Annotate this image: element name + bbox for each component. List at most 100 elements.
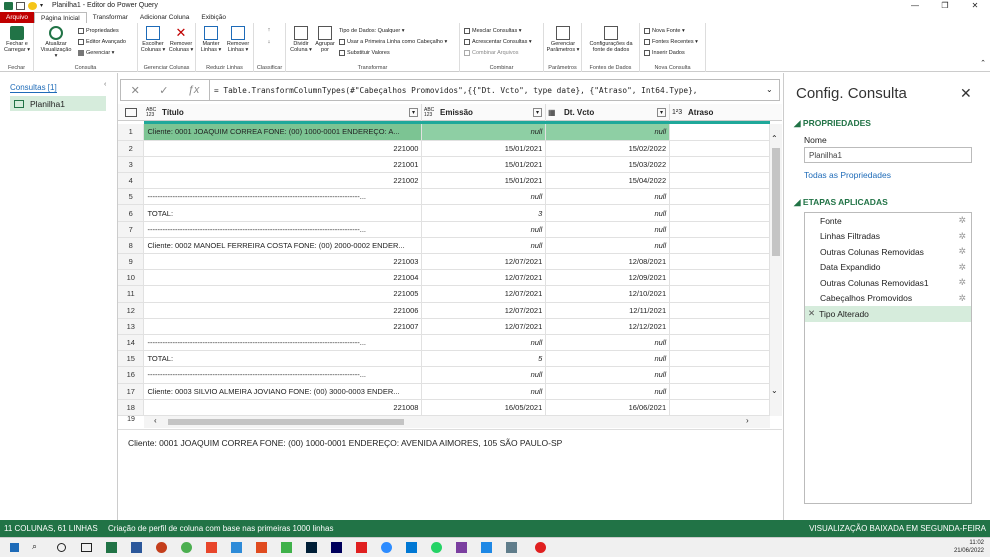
app-icon[interactable] — [256, 542, 267, 553]
maximize-button[interactable]: ❐ — [930, 0, 960, 12]
applied-step[interactable]: Data Expandido ✲ — [805, 260, 971, 276]
new-source-button[interactable]: Nova Fonte ▾ — [644, 28, 685, 34]
cell-dt-vcto[interactable]: null — [545, 334, 671, 352]
table-row[interactable]: 3 221001 15/01/2021 15/03/2022 — [118, 156, 770, 174]
sort-desc-icon[interactable]: ↓ — [262, 39, 276, 45]
cell-emissao[interactable]: null — [421, 237, 547, 255]
row-number[interactable]: 18 — [118, 399, 145, 416]
table-row[interactable]: 9 221003 12/07/2021 12/08/2021 — [118, 253, 770, 271]
cell-titulo[interactable]: 221007 — [143, 318, 423, 335]
table-row[interactable]: 16 --------------------------------------… — [118, 366, 770, 384]
cell-dt-vcto[interactable]: 16/06/2021 — [545, 399, 671, 416]
cell-titulo[interactable]: 221008 — [143, 399, 423, 416]
save-icon[interactable] — [16, 2, 25, 10]
app-icon[interactable] — [356, 542, 367, 553]
app-icon[interactable] — [206, 542, 217, 553]
query-name-input[interactable]: Planilha1 — [804, 147, 972, 163]
applied-step[interactable]: Cabeçalhos Promovidos ✲ — [805, 291, 971, 307]
cell-atraso[interactable] — [669, 156, 770, 174]
row-number[interactable]: 11 — [118, 285, 145, 303]
table-row[interactable]: 7 ---------------------------------------… — [118, 221, 770, 238]
cell-atraso[interactable] — [669, 204, 770, 222]
sort-asc-icon[interactable]: ↑ — [262, 27, 276, 33]
filter-icon[interactable]: ▾ — [409, 108, 418, 117]
table-row[interactable]: 15 TOTAL: 5 null — [118, 350, 770, 368]
applied-steps-header[interactable]: ◢ ETAPAS APLICADAS — [794, 197, 888, 208]
cell-titulo[interactable]: 221001 — [143, 156, 423, 174]
query-item-planilha1[interactable]: Planilha1 — [10, 96, 106, 111]
cell-dt-vcto[interactable]: null — [545, 124, 671, 141]
cell-atraso[interactable] — [669, 253, 770, 271]
table-row[interactable]: 4 221002 15/01/2021 15/04/2022 — [118, 172, 770, 190]
cell-emissao[interactable]: 16/05/2021 — [421, 399, 547, 416]
windows-start-icon[interactable] — [10, 543, 19, 552]
applied-step[interactable]: ✕ Tipo Alterado — [805, 306, 971, 322]
cell-dt-vcto[interactable]: null — [545, 366, 671, 384]
remove-columns-button[interactable]: ✕ Remover Colunas ▾ — [167, 26, 195, 54]
row-number[interactable]: 5 — [118, 188, 145, 206]
collapse-ribbon-icon[interactable]: ⌃ — [980, 59, 986, 67]
search-icon[interactable]: ⌕ — [32, 541, 37, 552]
all-properties-link[interactable]: Todas as Propriedades — [804, 170, 891, 180]
app-icon[interactable] — [381, 542, 392, 553]
excel-app-icon[interactable] — [106, 542, 117, 553]
row-number[interactable]: 13 — [118, 318, 145, 335]
tab-adicionar-coluna[interactable]: Adicionar Coluna — [134, 12, 196, 23]
properties-button[interactable]: Propriedades — [78, 28, 119, 34]
cell-titulo[interactable]: Cliente: 0001 JOAQUIM CORREA FONE: (00) … — [143, 124, 423, 141]
horizontal-scrollbar[interactable]: ‹ › — [144, 416, 770, 428]
row-number[interactable]: 16 — [118, 366, 145, 384]
table-row[interactable]: 2 221000 15/01/2021 15/02/2022 — [118, 140, 770, 157]
tab-transformar[interactable]: Transformar — [87, 12, 134, 23]
cell-emissao[interactable]: null — [421, 124, 547, 141]
cell-emissao[interactable]: 12/07/2021 — [421, 269, 547, 287]
close-pane-icon[interactable]: ✕ — [960, 85, 972, 102]
row-number[interactable]: 2 — [118, 140, 145, 157]
close-window-button[interactable]: ✕ — [960, 0, 990, 12]
app-icon[interactable] — [406, 542, 417, 553]
cell-emissao[interactable]: null — [421, 334, 547, 352]
word-app-icon[interactable] — [131, 542, 142, 553]
cell-atraso[interactable] — [669, 318, 770, 335]
applied-step[interactable]: Fonte ✲ — [805, 213, 971, 229]
cell-emissao[interactable]: 12/07/2021 — [421, 285, 547, 303]
cell-emissao[interactable]: null — [421, 366, 547, 384]
cell-titulo[interactable]: Cliente: 0003 SILVIO ALMEIRA JOVIANO FON… — [143, 383, 423, 400]
app-icon[interactable] — [481, 542, 492, 553]
horizontal-scroll-thumb[interactable] — [168, 419, 404, 425]
table-menu-icon[interactable] — [118, 104, 144, 121]
cell-emissao[interactable]: 12/07/2021 — [421, 302, 547, 319]
cell-titulo[interactable]: 221005 — [143, 285, 423, 303]
gear-icon[interactable]: ✲ — [958, 246, 966, 257]
cell-atraso[interactable] — [669, 302, 770, 319]
row-number[interactable]: 1 — [118, 124, 145, 141]
replace-values-button[interactable]: Substituir Valores — [339, 50, 390, 56]
cell-atraso[interactable] — [669, 237, 770, 255]
cell-atraso[interactable] — [669, 350, 770, 368]
cell-dt-vcto[interactable]: null — [545, 383, 671, 400]
cell-dt-vcto[interactable]: null — [545, 237, 671, 255]
cell-titulo[interactable]: 221004 — [143, 269, 423, 287]
scroll-up-icon[interactable]: ⌃ — [771, 134, 778, 143]
advanced-editor-button[interactable]: Editor Avançado — [78, 39, 126, 45]
cell-atraso[interactable] — [669, 172, 770, 190]
type-any-icon[interactable]: ABC 123 — [424, 107, 438, 118]
table-row[interactable]: 6 TOTAL: 3 null — [118, 204, 770, 222]
photoshop-app-icon[interactable] — [306, 542, 317, 553]
cell-titulo[interactable]: 221003 — [143, 253, 423, 271]
emoji-icon[interactable] — [28, 2, 37, 10]
cell-emissao[interactable]: 5 — [421, 350, 547, 368]
table-row[interactable]: 11 221005 12/07/2021 12/10/2021 — [118, 285, 770, 303]
combine-files-button[interactable]: Combinar Arquivos — [464, 50, 518, 56]
vertical-scroll-thumb[interactable] — [772, 148, 780, 256]
cell-dt-vcto[interactable]: null — [545, 221, 671, 238]
recent-sources-button[interactable]: Fontes Recentes ▾ — [644, 39, 698, 45]
task-view-icon[interactable] — [81, 543, 92, 552]
gear-icon[interactable]: ✲ — [958, 277, 966, 288]
split-column-button[interactable]: Dividir Coluna ▾ — [288, 26, 314, 53]
table-row[interactable]: 5 ---------------------------------------… — [118, 188, 770, 206]
cell-titulo[interactable]: 221000 — [143, 140, 423, 157]
table-row[interactable]: 10 221004 12/07/2021 12/09/2021 — [118, 269, 770, 287]
cell-titulo[interactable]: 221006 — [143, 302, 423, 319]
after-effects-app-icon[interactable] — [331, 542, 342, 553]
